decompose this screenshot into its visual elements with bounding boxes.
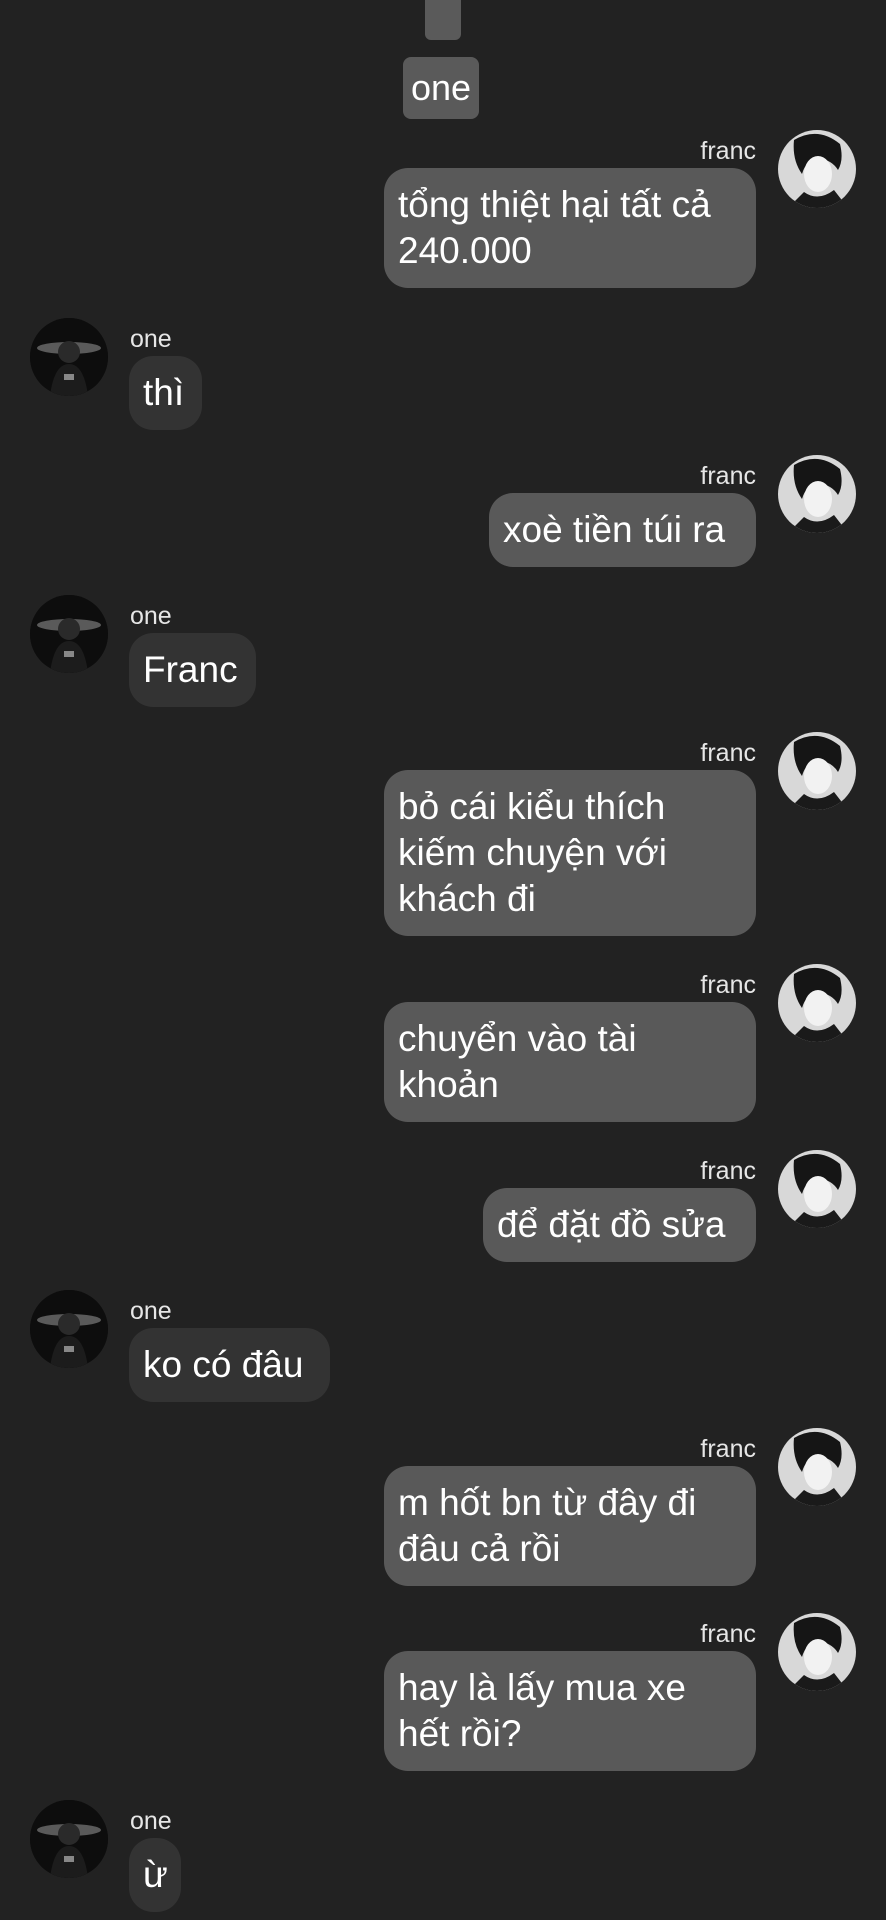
message-bubble[interactable]: ko có đâu: [129, 1328, 330, 1402]
franc-avatar[interactable]: [778, 732, 856, 810]
message-text: kiếm chuyện với: [398, 832, 667, 873]
one-avatar[interactable]: [30, 318, 108, 396]
franc-avatar[interactable]: [778, 964, 856, 1042]
franc-avatar[interactable]: [778, 455, 856, 533]
message-text: chuyển vào tài: [398, 1018, 637, 1059]
franc-avatar[interactable]: [778, 1150, 856, 1228]
message-text: hay là lấy mua xe: [398, 1667, 686, 1708]
franc-avatar[interactable]: [778, 130, 856, 208]
franc-avatar[interactable]: [778, 1428, 856, 1506]
message-text: thì: [143, 372, 185, 413]
message-text: khách đi: [398, 878, 536, 919]
sender-name: franc: [700, 1620, 756, 1648]
message-text: Franc: [143, 649, 238, 690]
one-avatar[interactable]: [30, 595, 108, 673]
message-bubble[interactable]: m hốt bn từ đây đi đâu cả rồi: [384, 1466, 756, 1586]
previous-message-stub: [425, 0, 461, 40]
one-avatar[interactable]: [30, 1800, 108, 1878]
sender-name: one: [130, 1807, 172, 1835]
message-text: để đặt đồ sửa: [497, 1204, 726, 1245]
message-bubble[interactable]: chuyển vào tài khoản: [384, 1002, 756, 1122]
message-text: hết rồi?: [398, 1713, 522, 1754]
sender-name: one: [130, 602, 172, 630]
message-text: 240.000: [398, 230, 532, 271]
sender-name: franc: [700, 137, 756, 165]
sender-name: franc: [700, 1157, 756, 1185]
sender-name: one: [130, 325, 172, 353]
message-text: đâu cả rồi: [398, 1528, 561, 1569]
message-bubble[interactable]: bỏ cái kiểu thích kiếm chuyện với khách …: [384, 770, 756, 936]
message-text: ừ: [143, 1854, 168, 1895]
sender-name: franc: [700, 971, 756, 999]
message-text: xoè tiền túi ra: [503, 509, 726, 550]
previous-message-bubble[interactable]: one: [403, 57, 480, 119]
message-text: khoản: [398, 1064, 499, 1105]
message-bubble[interactable]: xoè tiền túi ra: [489, 493, 756, 567]
message-bubble[interactable]: để đặt đồ sửa: [483, 1188, 756, 1262]
franc-avatar[interactable]: [778, 1613, 856, 1691]
message-bubble[interactable]: tổng thiệt hại tất cả 240.000: [384, 168, 756, 288]
sender-name: franc: [700, 462, 756, 490]
message-text: m hốt bn từ đây đi: [398, 1482, 697, 1523]
sender-name: franc: [700, 1435, 756, 1463]
message-text: tổng thiệt hại tất cả: [398, 184, 711, 225]
message-bubble[interactable]: Franc: [129, 633, 256, 707]
message-bubble[interactable]: thì: [129, 356, 202, 430]
message-text: ko có đâu: [143, 1344, 304, 1385]
message-bubble[interactable]: hay là lấy mua xe hết rồi?: [384, 1651, 756, 1771]
sender-name: franc: [700, 739, 756, 767]
one-avatar[interactable]: [30, 1290, 108, 1368]
sender-name: one: [130, 1297, 172, 1325]
message-text: bỏ cái kiểu thích: [398, 786, 666, 827]
message-bubble[interactable]: ừ: [129, 1838, 181, 1912]
